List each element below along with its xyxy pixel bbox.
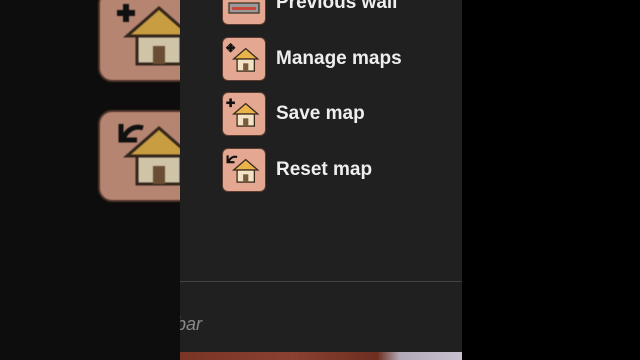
manage-maps-icon xyxy=(222,37,266,81)
menu-item-label: Manage maps xyxy=(276,48,402,69)
background-right xyxy=(462,0,640,360)
menu-item-label: Previous wall xyxy=(276,0,398,13)
menu-item-save-map[interactable]: Save map xyxy=(222,91,452,137)
search-bar-text[interactable]: bar xyxy=(180,314,202,335)
menu-panel: Previous wall Manage maps Save map Reset… xyxy=(180,0,462,360)
divider xyxy=(180,281,462,282)
save-map-icon xyxy=(222,92,266,136)
screen: Previous wall Manage maps Save map Reset… xyxy=(0,0,640,360)
background-save-map-icon xyxy=(98,0,180,82)
background-reset-map-icon xyxy=(98,110,180,202)
previous-wall-icon xyxy=(222,0,266,25)
reset-map-icon xyxy=(222,148,266,192)
menu-item-previous-wall[interactable]: Previous wall xyxy=(222,0,452,26)
menu-item-reset-map[interactable]: Reset map xyxy=(222,147,452,193)
background-blur-left xyxy=(0,0,180,360)
menu-item-manage-maps[interactable]: Manage maps xyxy=(222,36,452,82)
menu-item-label: Reset map xyxy=(276,159,373,180)
menu-item-label: Save map xyxy=(276,103,365,124)
bottom-image-strip xyxy=(180,352,462,360)
